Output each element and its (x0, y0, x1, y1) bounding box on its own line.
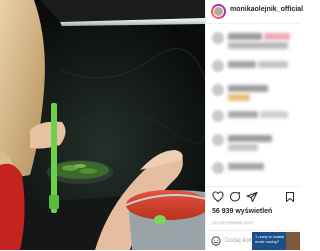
post-sidebar: monikaolejnik_official 56 939 wyświetleń… (205, 0, 303, 250)
comment-avatar (212, 60, 224, 72)
bookmark-icon[interactable] (284, 191, 296, 203)
view-count: 56 939 wyświetleń (212, 208, 273, 215)
comment-avatar (212, 110, 224, 122)
promo-thumbnail[interactable]: 1 nowy w czasie może osobę? (252, 232, 300, 250)
promo-image (286, 232, 300, 250)
post-video[interactable] (0, 0, 205, 250)
post-header: monikaolejnik_official (206, 0, 303, 24)
comment-avatar (212, 84, 224, 96)
video-frame (0, 0, 205, 250)
avatar[interactable] (211, 4, 226, 19)
post-actions (206, 186, 301, 207)
post-date: 23 LISTOPADA 2019 (212, 220, 253, 225)
comment-avatar (212, 162, 224, 174)
heart-icon[interactable] (212, 191, 224, 203)
promo-text: 1 nowy w czasie może osobę? (255, 234, 285, 244)
share-icon[interactable] (246, 191, 258, 203)
comment-icon[interactable] (229, 191, 241, 203)
comment-avatar (212, 32, 224, 44)
username[interactable]: monikaolejnik_official (230, 6, 303, 13)
avatar-image (213, 6, 224, 17)
comment-avatar (212, 134, 224, 146)
emoji-icon[interactable] (211, 236, 221, 246)
comments-list (206, 24, 301, 186)
